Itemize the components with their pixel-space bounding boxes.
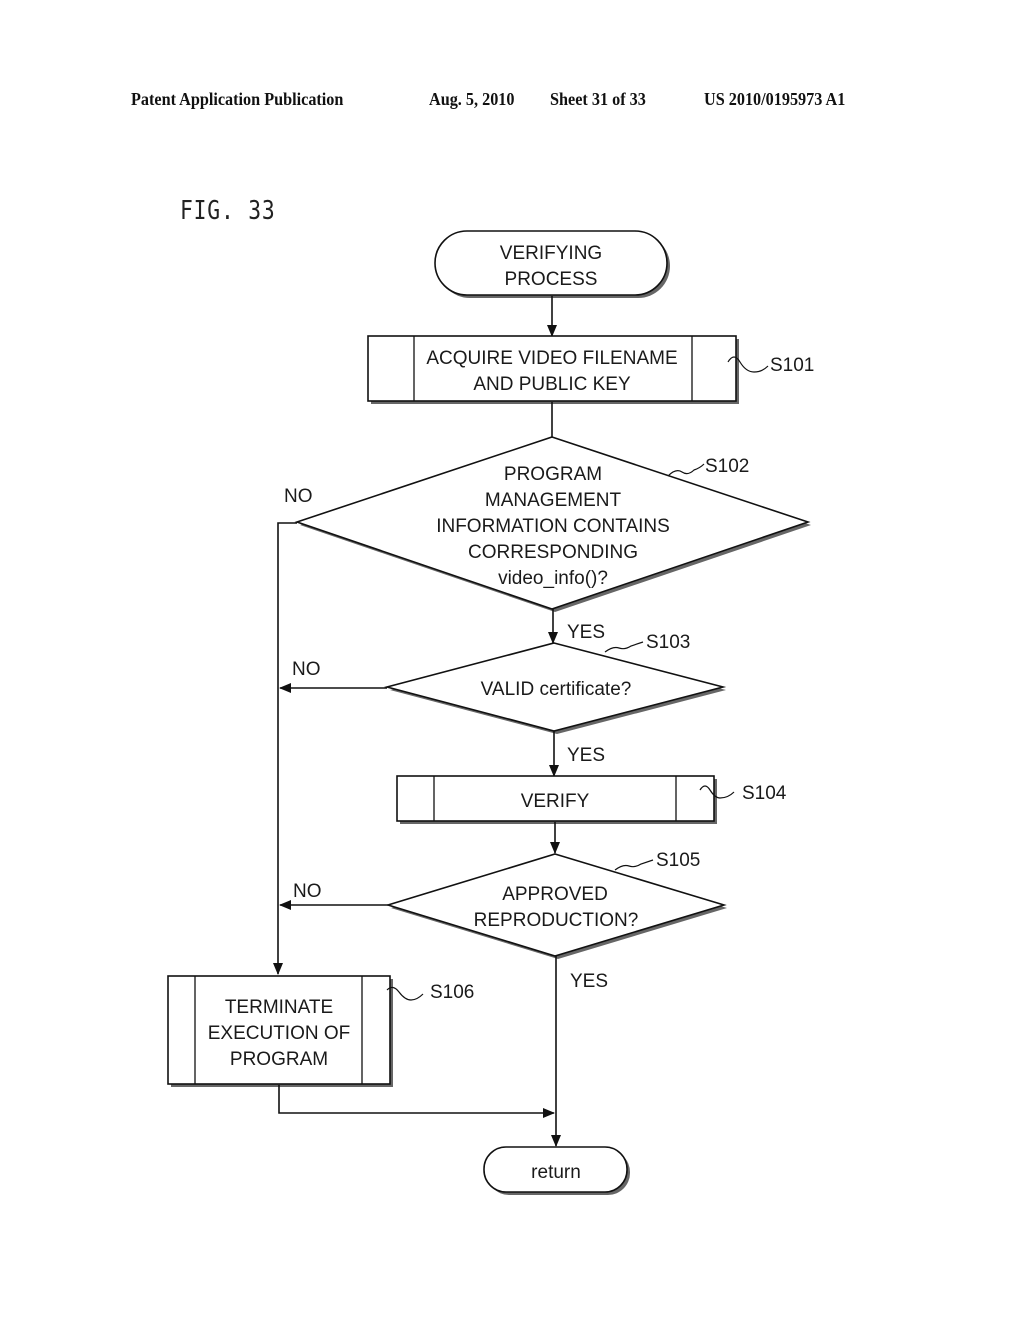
s103-no-label: NO (292, 659, 321, 680)
s101-step-label: S101 (770, 355, 814, 376)
s102-leader-icon (667, 463, 705, 477)
s106-label-line2: EXECUTION OF (208, 1023, 351, 1044)
s105-no-label: NO (293, 881, 322, 902)
s102-label-line3: INFORMATION CONTAINS (436, 516, 670, 537)
arrow-s102-no-to-s106 (273, 522, 297, 975)
s104-step-label: S104 (742, 783, 787, 804)
return-terminal: return (483, 1146, 630, 1195)
s102-label-line5: video_info()? (498, 568, 608, 589)
s103-leader-icon (604, 641, 644, 653)
start-label-line2: PROCESS (505, 269, 598, 290)
process-s104: VERIFY (396, 775, 717, 824)
decision-s103: VALID certificate? (383, 642, 727, 734)
s106-label-line1: TERMINATE (225, 997, 333, 1018)
return-label: return (531, 1162, 581, 1183)
s106-step-label: S106 (430, 982, 474, 1003)
s102-yes-label: YES (567, 622, 605, 643)
s102-step-label: S102 (705, 456, 749, 477)
start-label-line1: VERIFYING (500, 243, 602, 264)
s105-label-line2: REPRODUCTION? (474, 910, 639, 931)
s101-label-line1: ACQUIRE VIDEO FILENAME (426, 348, 677, 369)
s101-label-line2: AND PUBLIC KEY (473, 374, 631, 395)
s105-label-line1: APPROVED (502, 884, 608, 905)
arrow-s106-to-merge (278, 1085, 555, 1118)
s102-label-line1: PROGRAM (504, 464, 602, 485)
process-s101: ACQUIRE VIDEO FILENAME AND PUBLIC KEY (367, 335, 739, 404)
s102-no-label: NO (284, 486, 313, 507)
s102-label-line2: MANAGEMENT (485, 490, 622, 511)
s103-yes-label: YES (567, 745, 605, 766)
s106-label-line3: PROGRAM (230, 1049, 328, 1070)
s104-label: VERIFY (521, 791, 590, 812)
s105-step-label: S105 (656, 850, 700, 871)
start-terminal: VERIFYING PROCESS (434, 230, 670, 298)
s103-step-label: S103 (646, 632, 690, 653)
s103-label: VALID certificate? (481, 679, 632, 700)
s102-label-line4: CORRESPONDING (468, 542, 638, 563)
process-s106: TERMINATE EXECUTION OF PROGRAM (167, 975, 393, 1087)
flowchart: VERIFYING PROCESS ACQUIRE VIDEO FILENAME… (167, 230, 814, 1195)
s105-leader-icon (614, 859, 654, 871)
s105-yes-label: YES (570, 971, 608, 992)
